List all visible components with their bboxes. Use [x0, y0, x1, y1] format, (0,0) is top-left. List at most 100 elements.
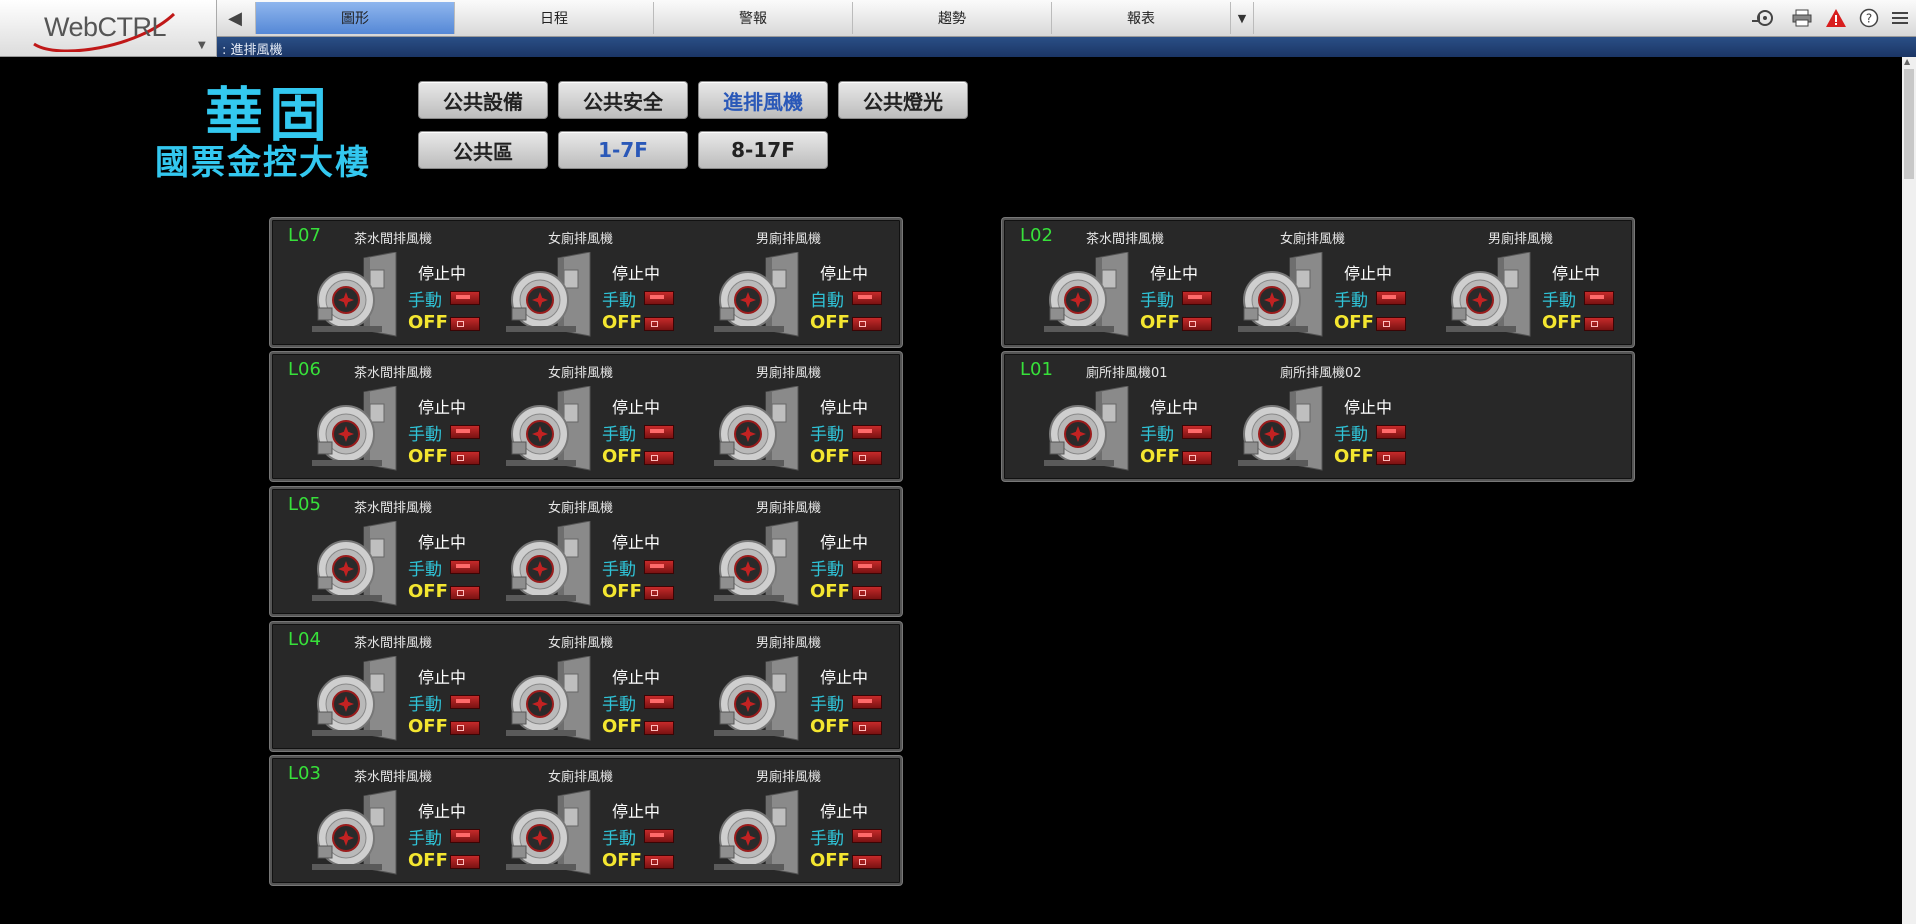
tab-graphics[interactable]: 圖形	[255, 2, 454, 34]
run-status: 停止中	[418, 398, 467, 417]
floor-panel-l01: L01 廁所排風機01 停止中 手動 OFF 廁所排風機02 停止中 手動 OFF	[1002, 352, 1634, 481]
run-status: 停止中	[612, 668, 661, 687]
onoff-switch[interactable]	[1376, 451, 1406, 465]
onoff-switch[interactable]	[852, 855, 882, 869]
onoff-switch[interactable]	[1584, 317, 1614, 331]
category-button-public-equipment[interactable]: 公共設備	[418, 81, 548, 119]
button-label: 8-17F	[731, 138, 795, 162]
mode-status: 手動	[602, 425, 636, 445]
fan-unit[interactable]: 男廁排風機 停止中 手動 OFF	[1446, 220, 1688, 345]
mode-switch[interactable]	[1376, 291, 1406, 305]
mode-switch[interactable]	[1376, 425, 1406, 439]
fan-unit[interactable]: 廁所排風機02 停止中 手動 OFF	[1238, 354, 1480, 479]
onoff-switch[interactable]	[852, 317, 882, 331]
tab-alarms[interactable]: 警報	[653, 2, 852, 34]
onoff-switch[interactable]	[644, 451, 674, 465]
fan-name: 茶水間排風機	[354, 232, 433, 247]
onoff-switch[interactable]	[644, 586, 674, 600]
network-icon[interactable]	[1750, 6, 1774, 30]
mode-switch[interactable]	[1182, 291, 1212, 305]
nav-more-dropdown[interactable]: ▼	[1230, 2, 1254, 34]
exhaust-fan-icon	[312, 521, 397, 606]
fan-unit[interactable]: 男廁排風機 停止中 手動 OFF	[714, 758, 956, 883]
scroll-thumb[interactable]	[1904, 69, 1914, 179]
mode-switch[interactable]	[852, 695, 882, 709]
onoff-status: OFF	[408, 716, 448, 737]
mode-switch[interactable]	[450, 560, 480, 574]
category-button-public-safety[interactable]: 公共安全	[558, 81, 688, 119]
onoff-switch[interactable]	[852, 586, 882, 600]
mode-switch[interactable]	[644, 829, 674, 843]
onoff-switch[interactable]	[450, 586, 480, 600]
onoff-switch[interactable]	[1182, 317, 1212, 331]
floor-label: L06	[288, 359, 321, 380]
mode-status: 手動	[810, 695, 844, 715]
onoff-switch[interactable]	[852, 451, 882, 465]
mode-switch[interactable]	[1182, 425, 1212, 439]
onoff-status: OFF	[408, 446, 448, 467]
menu-icon[interactable]	[1888, 6, 1912, 30]
tab-schedule[interactable]: 日程	[454, 2, 653, 34]
mode-switch[interactable]	[450, 695, 480, 709]
tab-trends[interactable]: 趨勢	[852, 2, 1051, 34]
onoff-switch[interactable]	[644, 317, 674, 331]
onoff-switch[interactable]	[1376, 317, 1406, 331]
mode-switch[interactable]	[644, 695, 674, 709]
area-button-8-17f[interactable]: 8-17F	[698, 131, 828, 169]
fan-unit[interactable]: 男廁排風機 停止中 手動 OFF	[714, 354, 956, 479]
mode-switch[interactable]	[450, 425, 480, 439]
category-button-ventilation[interactable]: 進排風機	[698, 81, 828, 119]
category-button-public-lighting[interactable]: 公共燈光	[838, 81, 968, 119]
onoff-switch[interactable]	[644, 721, 674, 735]
fan-unit[interactable]: 男廁排風機 停止中 自動 OFF	[714, 220, 956, 345]
onoff-switch[interactable]	[644, 855, 674, 869]
onoff-switch[interactable]	[1182, 451, 1212, 465]
scroll-up-icon[interactable]: ▲	[1904, 57, 1910, 66]
area-button-public-area[interactable]: 公共區	[418, 131, 548, 169]
print-icon[interactable]	[1790, 6, 1814, 30]
onoff-status: OFF	[408, 312, 448, 333]
breadcrumb-bar: : 進排風機	[216, 37, 1916, 58]
tab-reports[interactable]: 報表	[1051, 2, 1230, 34]
fan-name: 女廁排風機	[548, 770, 614, 785]
mode-switch[interactable]	[852, 560, 882, 574]
mode-switch[interactable]	[852, 829, 882, 843]
onoff-status: OFF	[810, 581, 850, 602]
webctrl-logo[interactable]: WebCTRL ▼	[0, 0, 217, 57]
alarm-warning-icon[interactable]	[1824, 6, 1848, 30]
mode-switch[interactable]	[852, 425, 882, 439]
floor-panel-l04: L04 茶水間排風機 停止中 手動 OFF 女廁排風機 停止中 手動 OFF 男廁排風機 停止中 手動…	[270, 622, 902, 751]
run-status: 停止中	[612, 264, 661, 283]
vertical-scrollbar[interactable]: ▲	[1902, 57, 1916, 924]
mode-switch[interactable]	[450, 291, 480, 305]
onoff-switch[interactable]	[852, 721, 882, 735]
onoff-switch[interactable]	[450, 317, 480, 331]
onoff-switch[interactable]	[450, 451, 480, 465]
exhaust-fan-icon	[506, 521, 591, 606]
fan-name: 茶水間排風機	[354, 501, 433, 516]
area-button-1-7f[interactable]: 1-7F	[558, 131, 688, 169]
fan-name: 茶水間排風機	[354, 770, 433, 785]
run-status: 停止中	[820, 264, 869, 283]
fan-unit[interactable]: 男廁排風機 停止中 手動 OFF	[714, 624, 956, 749]
fan-name: 廁所排風機02	[1280, 366, 1362, 381]
mode-switch[interactable]	[852, 291, 882, 305]
mode-switch[interactable]	[1584, 291, 1614, 305]
mode-switch[interactable]	[450, 829, 480, 843]
fan-unit[interactable]: 男廁排風機 停止中 手動 OFF	[714, 489, 956, 614]
mode-switch[interactable]	[644, 425, 674, 439]
fan-name: 茶水間排風機	[354, 636, 433, 651]
mode-status: 手動	[602, 560, 636, 580]
tab-label: 日程	[540, 11, 568, 27]
fan-name: 女廁排風機	[548, 232, 614, 247]
back-arrow-icon[interactable]: ◀	[218, 2, 252, 34]
onoff-switch[interactable]	[450, 855, 480, 869]
chevron-down-icon[interactable]: ▼	[198, 40, 206, 51]
exhaust-fan-icon	[506, 252, 591, 337]
mode-switch[interactable]	[644, 291, 674, 305]
mode-status: 手動	[810, 425, 844, 445]
onoff-status: OFF	[408, 850, 448, 871]
onoff-switch[interactable]	[450, 721, 480, 735]
help-icon[interactable]: ?	[1857, 6, 1881, 30]
mode-switch[interactable]	[644, 560, 674, 574]
